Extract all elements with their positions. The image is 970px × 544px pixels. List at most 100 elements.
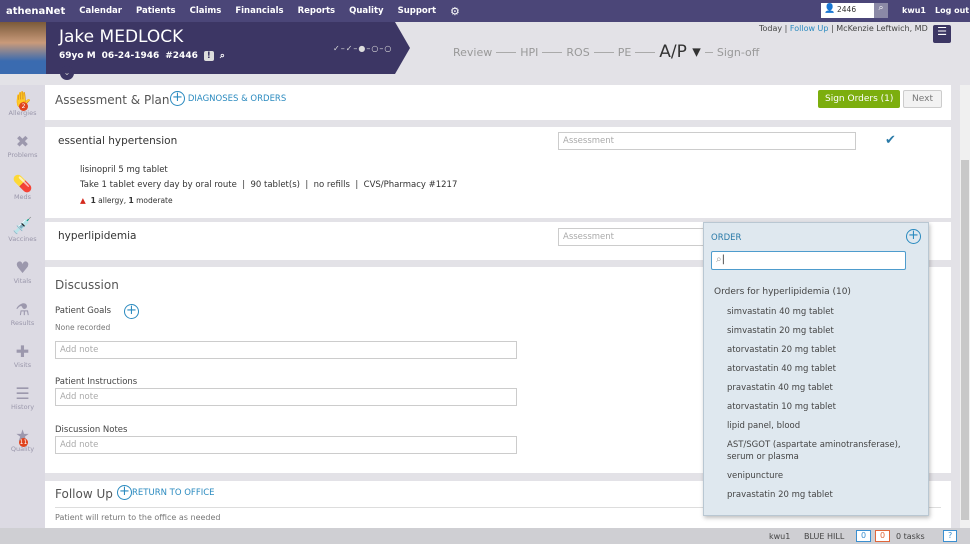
tasks-count[interactable]: 0 tasks [896, 532, 925, 541]
step-hpi[interactable]: HPI [520, 46, 538, 59]
medication-order[interactable]: lisinopril 5 mg tablet Take 1 tablet eve… [80, 163, 457, 208]
allergy-warning[interactable]: ▲ 1 allergy, 1 moderate [80, 193, 457, 208]
sidebar-item-vitals[interactable]: ♥ Vitals [0, 253, 45, 295]
nav-financials[interactable]: Financials [235, 6, 283, 16]
patient-header: Jake MEDLOCK 69yo M 06-24-1946 #2446! ⌕ ✓–✓… [0, 22, 970, 80]
nav-quality[interactable]: Quality [349, 6, 383, 16]
sign-orders-button[interactable]: Sign Orders (1) [818, 90, 901, 108]
ap-header: Assessment & Plan + DIAGNOSES & ORDERS S… [45, 85, 951, 120]
discussion-notes-label: Discussion Notes [55, 425, 128, 435]
dob: 06-24-1946 [101, 51, 160, 61]
count-blue[interactable]: 0 [856, 530, 872, 542]
heart-icon: ♥ [15, 258, 30, 277]
sidebar-item-allergies[interactable]: ✋ 2 Allergies [0, 85, 45, 127]
goals-note-input[interactable]: Add note [55, 341, 517, 359]
add-goal-button[interactable]: + [124, 304, 139, 319]
syringe-icon: 💉 [12, 216, 33, 235]
sidebar-item-vaccines[interactable]: 💉 Vaccines [0, 211, 45, 253]
step-ros[interactable]: ROS [566, 46, 589, 59]
add-diagnoses-label: DIAGNOSES & ORDERS [187, 94, 287, 104]
order-group-heading: Orders for hyperlipidemia (10) [714, 287, 851, 297]
workflow-steps: Review HPI ROS PE A/P ▾ Sign-off [453, 42, 759, 62]
warning-icon: ▲ [80, 196, 86, 205]
order-item[interactable]: pravastatin 20 mg tablet [727, 489, 917, 501]
order-item[interactable]: atorvastatin 40 mg tablet [727, 363, 917, 375]
page-scrollbar[interactable] [960, 85, 970, 528]
med-refills: no refills [313, 180, 350, 190]
patient-info: 69yo M 06-24-1946 #2446! ⌕ [59, 51, 231, 61]
patient-instructions-label: Patient Instructions [55, 377, 138, 387]
person-icon: 👤 [824, 4, 836, 14]
add-order-button[interactable]: + [906, 229, 921, 244]
logout-link[interactable]: Log out [935, 6, 969, 15]
sidebar-item-visits[interactable]: ✚ Visits [0, 337, 45, 379]
order-item[interactable]: atorvastatin 10 mg tablet [727, 401, 917, 413]
athena-logo[interactable]: athenaNet [6, 6, 65, 17]
sidebar-label: Vaccines [8, 235, 37, 243]
nav-calendar[interactable]: Calendar [79, 6, 122, 16]
nav-support[interactable]: Support [398, 6, 436, 16]
hamburger-menu-icon[interactable]: ☰ [933, 25, 951, 43]
order-item[interactable]: simvastatin 20 mg tablet [727, 325, 917, 337]
status-user: kwu1 [769, 532, 791, 541]
chevron-down-icon[interactable]: ⌄ [60, 66, 74, 80]
search-icon[interactable]: ⌕ [220, 51, 225, 61]
diagnosis-name[interactable]: essential hypertension [58, 135, 177, 147]
scrollbar-thumb[interactable] [961, 160, 969, 520]
username[interactable]: kwu1 [902, 6, 926, 15]
alert-icon[interactable]: ! [203, 51, 214, 61]
diagnosis-card: essential hypertension Assessment ✔ lisi… [45, 127, 951, 218]
return-to-office-button[interactable]: + RETURN TO OFFICE [117, 485, 215, 500]
check-circle-icon[interactable]: ✔ [885, 133, 896, 148]
step-signoff[interactable]: Sign-off [717, 46, 759, 59]
follow-up-link[interactable]: Follow Up [790, 24, 829, 33]
nav-reports[interactable]: Reports [298, 6, 336, 16]
chart-sidebar: ✋ 2 Allergies ✖ Problems 💊 Meds 💉 Vaccines ♥ V… [0, 85, 45, 528]
encounter-context: Today | Follow Up | McKenzie Leftwich, M… [759, 24, 928, 33]
add-diagnoses-button[interactable]: + DIAGNOSES & ORDERS [170, 91, 286, 106]
clipboard-icon: ☰ [15, 384, 30, 403]
top-nav-bar: athenaNet Calendar Patients Claims Financia… [0, 0, 970, 22]
main-nav: Calendar Patients Claims Financials Reports Q… [79, 6, 450, 16]
search-button[interactable]: ⌕ [874, 3, 888, 18]
order-item[interactable]: AST/SGOT (aspartate aminotransferase), s… [727, 439, 917, 463]
sidebar-item-meds[interactable]: 💊 Meds [0, 169, 45, 211]
patient-goals-label: Patient Goals [55, 306, 112, 316]
sidebar-item-problems[interactable]: ✖ Problems [0, 127, 45, 169]
medkit-icon: ✚ [15, 342, 30, 361]
status-location[interactable]: BLUE HILL [804, 532, 844, 541]
assessment-input[interactable]: Assessment [558, 132, 856, 150]
diagnosis-name[interactable]: hyperlipidemia [58, 230, 136, 242]
step-review[interactable]: Review [453, 46, 492, 59]
today-label[interactable]: Today [759, 24, 782, 33]
med-qty: 90 tablet(s) [250, 180, 300, 190]
order-item[interactable]: atorvastatin 20 mg tablet [727, 344, 917, 356]
next-button[interactable]: Next [903, 90, 942, 108]
step-pe[interactable]: PE [618, 46, 632, 59]
patient-search-value: 2446 [837, 5, 857, 14]
sidebar-item-results[interactable]: ⚗ Results [0, 295, 45, 337]
gear-icon[interactable]: ⚙ [450, 5, 460, 18]
follow-up-title: Follow Up [55, 487, 113, 501]
sidebar-item-history[interactable]: ☰ History [0, 379, 45, 421]
instructions-note-input[interactable]: Add note [55, 388, 517, 406]
step-ap[interactable]: A/P ▾ [659, 42, 701, 62]
bandage-icon: ✖ [15, 132, 30, 151]
order-item[interactable]: pravastatin 40 mg tablet [727, 382, 917, 394]
help-icon[interactable]: ? [943, 530, 958, 542]
sidebar-label: Vitals [13, 277, 32, 285]
discussion-note-input[interactable]: Add note [55, 436, 517, 454]
order-item[interactable]: lipid panel, blood [727, 420, 917, 432]
count-orange[interactable]: 0 [875, 530, 891, 542]
med-details: Take 1 tablet every day by oral route | … [80, 180, 458, 190]
med-name: lisinopril 5 mg tablet [80, 165, 168, 175]
patient-search-input[interactable]: 👤 2446 [821, 3, 874, 18]
order-item[interactable]: venipuncture [727, 470, 917, 482]
encounter-progress: ✓–✓–●–○–○ [333, 44, 393, 53]
sidebar-item-quality[interactable]: ★ 11 Quality [0, 421, 45, 463]
nav-claims[interactable]: Claims [190, 6, 222, 16]
discussion-title: Discussion [55, 278, 119, 292]
order-search-input[interactable]: ⌕| [711, 251, 906, 270]
nav-patients[interactable]: Patients [136, 6, 176, 16]
order-item[interactable]: simvastatin 40 mg tablet [727, 306, 917, 318]
